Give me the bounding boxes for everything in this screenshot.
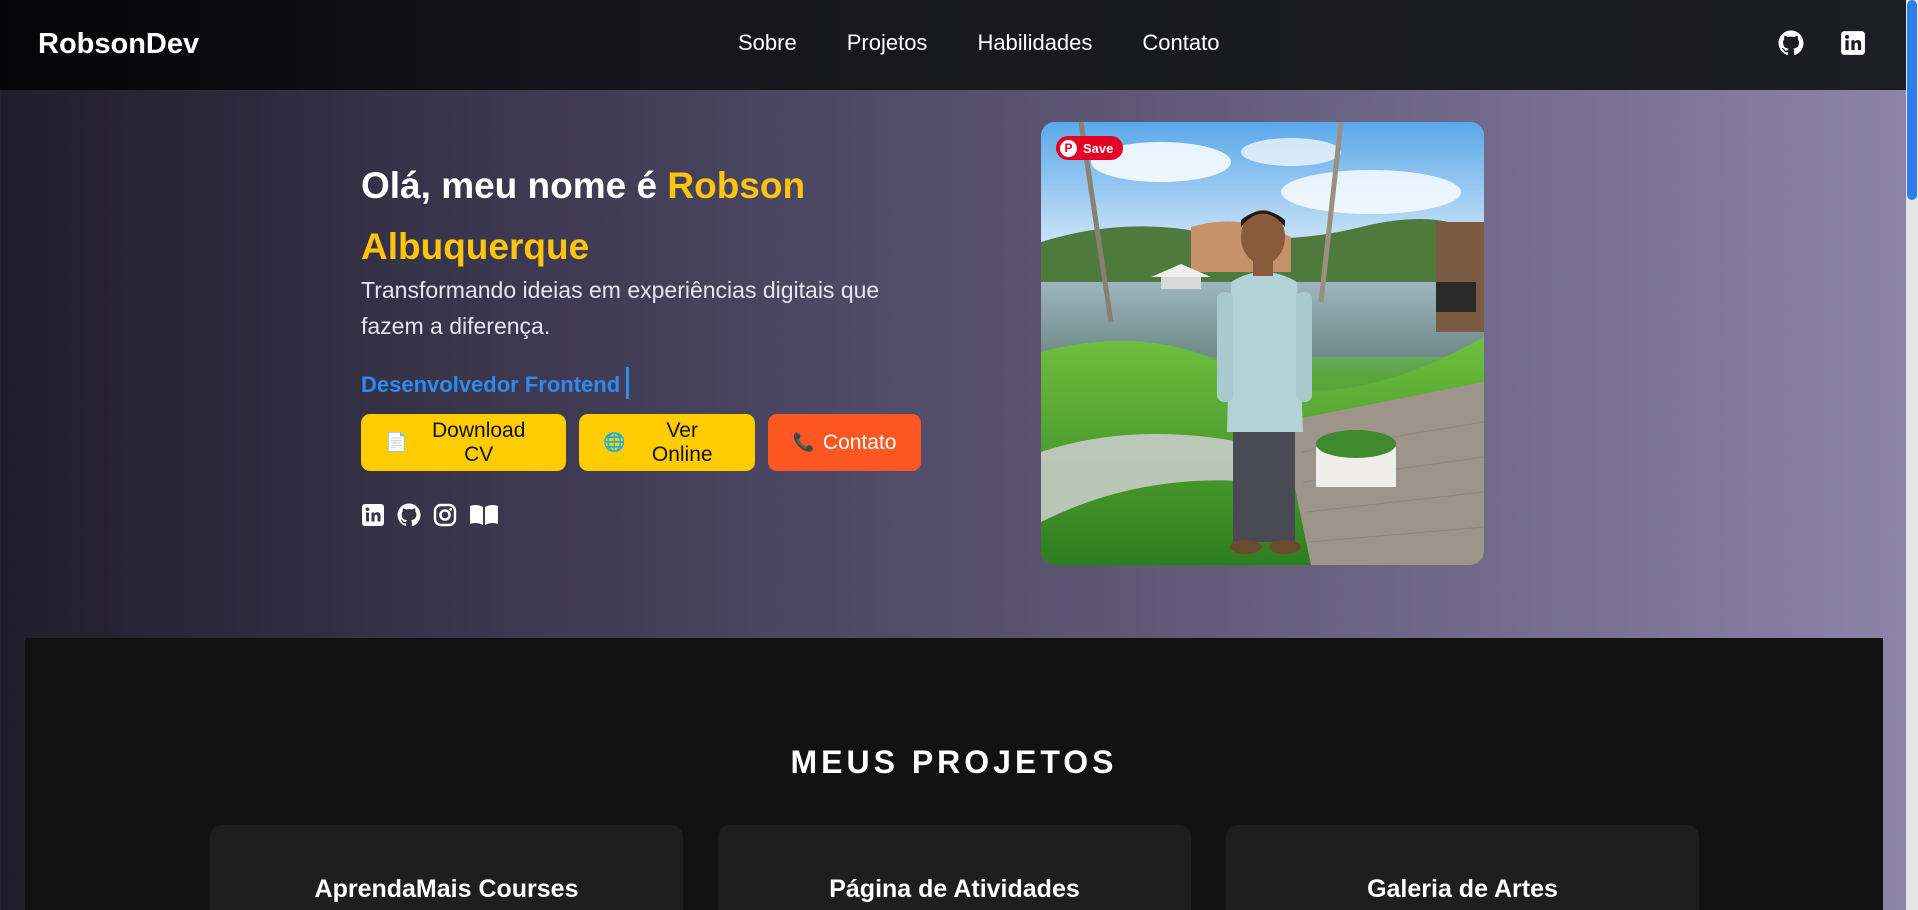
ver-online-button[interactable]: 🌐 Ver Online — [579, 414, 755, 471]
save-label: Save — [1083, 140, 1114, 156]
project-card[interactable]: AprendaMais Courses — [210, 825, 683, 910]
profile-photo-illustration — [1041, 122, 1484, 565]
ver-online-label: Ver Online — [651, 418, 713, 466]
project-card[interactable]: Galeria de Artes — [1226, 825, 1699, 910]
page-scrollbar[interactable] — [1906, 0, 1918, 910]
nav-links: Sobre Projetos Habilidades Contato — [738, 30, 1219, 56]
project-card-title: AprendaMais Courses — [314, 875, 579, 903]
scrollbar-thumb[interactable] — [1907, 0, 1917, 200]
document-icon: 📄 — [385, 432, 408, 452]
role-text: Desenvolvedor Frontend — [361, 372, 621, 397]
nav-social-icons — [1778, 30, 1866, 56]
contato-button[interactable]: 📞 Contato — [768, 414, 921, 471]
linkedin-icon[interactable] — [1840, 30, 1866, 56]
nav-link-contato[interactable]: Contato — [1142, 30, 1219, 56]
globe-icon: 🌐 — [603, 432, 626, 452]
projects-heading: MEUS PROJETOS — [790, 744, 1118, 780]
hero-title: Olá, meu nome é Robson Albuquerque — [361, 155, 921, 277]
nav-link-habilidades[interactable]: Habilidades — [977, 30, 1092, 56]
download-cv-button[interactable]: 📄 Download CV — [361, 414, 566, 471]
hero-role: Desenvolvedor Frontend — [361, 367, 630, 400]
pinterest-icon: P — [1060, 139, 1077, 157]
navbar: RobsonDev Sobre Projetos Habilidades Con… — [0, 0, 1906, 90]
project-card-title: Página de Atividades — [829, 875, 1080, 903]
brand-logo[interactable]: RobsonDev — [38, 28, 199, 61]
hero-subtitle: Transformando ideias em experiências dig… — [361, 277, 880, 339]
github-icon[interactable] — [397, 503, 421, 527]
github-icon[interactable] — [1778, 30, 1804, 56]
instagram-icon[interactable] — [433, 503, 457, 527]
nav-link-projetos[interactable]: Projetos — [847, 30, 928, 56]
book-icon[interactable] — [469, 503, 498, 527]
nav-link-sobre[interactable]: Sobre — [738, 30, 797, 56]
project-card-title: Galeria de Artes — [1367, 875, 1558, 903]
hero-buttons: 📄 Download CV 🌐 Ver Online 📞 Contato — [361, 414, 921, 471]
projects-section: MEUS PROJETOS AprendaMais Courses Página… — [25, 638, 1883, 910]
pinterest-save-button[interactable]: P Save — [1056, 136, 1124, 160]
contato-label: Contato — [822, 430, 897, 454]
hero-title-prefix: Olá, meu nome é — [361, 165, 668, 206]
typing-caret — [626, 367, 630, 400]
profile-photo: P Save — [1041, 122, 1484, 565]
phone-icon: 📞 — [792, 432, 815, 452]
linkedin-icon[interactable] — [361, 503, 385, 527]
download-cv-label: Download CV — [432, 418, 526, 466]
project-card[interactable]: Página de Atividades — [718, 825, 1191, 910]
hero-social-icons — [361, 503, 498, 527]
